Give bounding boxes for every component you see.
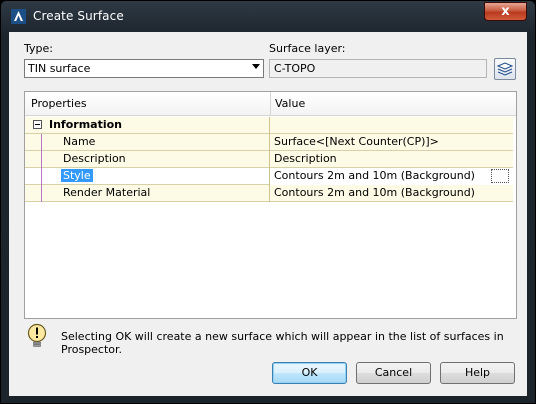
window-title: Create Surface (33, 9, 124, 23)
close-icon: x (501, 4, 510, 19)
ellipsis-button[interactable] (491, 169, 509, 183)
category-value (270, 117, 513, 134)
dialog-body: Type: TIN surface Surface layer: C-TOPO … (9, 32, 527, 396)
type-label: Type: (24, 42, 53, 55)
info-message: Selecting OK will create a new surface w… (61, 330, 504, 356)
property-row-style[interactable]: Style Contours 2m and 10m (Background) (25, 168, 513, 185)
layer-select-button[interactable] (494, 58, 516, 80)
type-dropdown[interactable]: TIN surface (24, 59, 264, 78)
property-key: Description (25, 151, 270, 168)
property-value[interactable]: Contours 2m and 10m (Background) (270, 185, 513, 202)
layers-icon (496, 62, 514, 76)
category-label: Information (25, 117, 270, 134)
property-key: Name (25, 134, 270, 151)
surface-layer-field: C-TOPO (269, 59, 487, 78)
property-key: Render Material (25, 185, 270, 202)
column-separator[interactable] (270, 92, 271, 115)
style-value: Contours 2m and 10m (Background) (274, 169, 475, 182)
ok-button[interactable]: OK (272, 362, 347, 384)
title-bar[interactable]: Create Surface x (1, 1, 535, 33)
lightbulb-warning-icon (27, 323, 47, 347)
property-value[interactable]: Description (270, 151, 513, 168)
column-header-value[interactable]: Value (275, 97, 305, 110)
surface-layer-label: Surface layer: (269, 42, 346, 55)
chevron-down-icon (252, 64, 260, 69)
property-grid[interactable]: Properties Value Information Name Surfac… (24, 91, 517, 319)
type-value: TIN surface (28, 62, 91, 75)
help-button[interactable]: Help (440, 362, 515, 384)
grid-header: Properties Value (25, 92, 516, 116)
property-value[interactable]: Surface<[Next Counter(CP)]> (270, 134, 513, 151)
property-value[interactable]: Contours 2m and 10m (Background) (270, 168, 513, 185)
selected-key: Style (61, 169, 93, 182)
create-surface-dialog: Create Surface x Type: TIN surface Surfa… (0, 0, 536, 404)
cancel-button[interactable]: Cancel (356, 362, 431, 384)
property-row-render-material[interactable]: Render Material Contours 2m and 10m (Bac… (25, 185, 513, 202)
surface-layer-value: C-TOPO (274, 62, 316, 75)
property-row-name[interactable]: Name Surface<[Next Counter(CP)]> (25, 134, 513, 151)
property-key: Style (25, 168, 270, 185)
property-row-description[interactable]: Description Description (25, 151, 513, 168)
close-button[interactable]: x (484, 2, 527, 21)
category-row-information[interactable]: Information (25, 117, 513, 134)
civil3d-icon (11, 9, 26, 24)
column-header-properties[interactable]: Properties (31, 97, 87, 110)
